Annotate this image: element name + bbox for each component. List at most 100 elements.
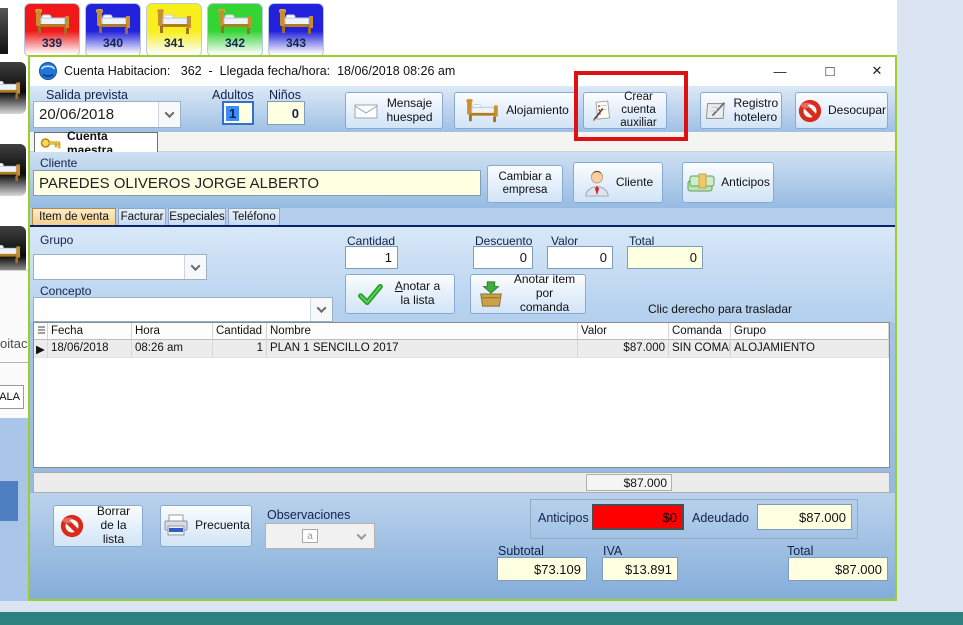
room-number: 341 xyxy=(164,37,184,49)
room-number: 339 xyxy=(42,37,62,49)
bed-icon xyxy=(93,8,133,36)
registry-pad-icon xyxy=(705,100,729,122)
room-tile-occupied[interactable] xyxy=(0,62,26,114)
partial-tile-edge xyxy=(0,8,8,54)
adeudado-field[interactable]: $87.000 xyxy=(757,504,852,530)
adultos-field[interactable]: 1 xyxy=(222,101,254,125)
tab-telefono-label: Teléfono xyxy=(232,211,275,223)
tab-cuenta-maestra[interactable]: Cuenta maestra xyxy=(34,132,158,152)
anticipos-button[interactable]: Anticipos xyxy=(682,162,774,203)
mensaje-huesped-button[interactable]: Mensaje huesped xyxy=(345,92,443,129)
anotar-a-la-lista-label: Anotar a la lista xyxy=(390,280,446,308)
room-tile-339[interactable]: 339 xyxy=(24,3,80,57)
row-marker: ▶ xyxy=(34,340,48,358)
room-tile-343[interactable]: 343 xyxy=(268,3,324,57)
cantidad-field[interactable]: 1 xyxy=(345,246,398,269)
grand-total-field[interactable]: $87.000 xyxy=(788,557,888,581)
items-table[interactable]: Fecha Hora Cantidad Nombre Valor Comanda… xyxy=(33,322,890,468)
tab-facturar-label: Facturar xyxy=(121,211,164,223)
col-grupo: Grupo xyxy=(731,323,889,340)
observaciones-select[interactable]: a xyxy=(265,523,375,549)
bed-icon xyxy=(0,239,24,265)
room-tile-341[interactable]: 341 xyxy=(146,3,202,57)
precuenta-label: Precuenta xyxy=(195,519,250,533)
desocupar-label: Desocupar xyxy=(828,104,886,118)
chevron-down-icon xyxy=(158,102,180,127)
borrar-de-la-lista-button[interactable]: Borrar de la lista xyxy=(53,505,143,547)
text-style-icon: a xyxy=(302,529,318,543)
desocupar-button[interactable]: Desocupar xyxy=(795,92,888,129)
money-icon xyxy=(686,172,716,194)
desktop: 339 340 341 342 343 oitaci SALA xyxy=(0,0,963,625)
sala-label: SALA xyxy=(0,385,24,409)
registro-hotelero-button[interactable]: Registro hotelero xyxy=(700,92,782,129)
descuento-field[interactable]: 0 xyxy=(473,246,533,269)
partial-label: oitaci xyxy=(0,336,28,351)
titlebar[interactable]: Cuenta Habitacion: 362 - Llegada fecha/h… xyxy=(30,57,895,86)
cell-comanda: SIN COMANDA xyxy=(669,340,731,358)
cliente-button[interactable]: Cliente xyxy=(573,162,663,203)
salida-prevista-select[interactable]: 20/06/2018 xyxy=(33,101,181,128)
salida-prevista-label: Salida prevista xyxy=(46,88,128,102)
salida-prevista-value: 20/06/2018 xyxy=(34,106,158,123)
room-tile-occupied[interactable] xyxy=(0,144,26,196)
person-icon xyxy=(583,169,611,197)
minimize-button[interactable]: — xyxy=(765,57,795,85)
master-tab-strip xyxy=(30,132,895,152)
alojamiento-button[interactable]: Alojamiento xyxy=(454,92,578,129)
table-row[interactable]: ▶ 18/06/2018 08:26 am 1 PLAN 1 SENCILLO … xyxy=(34,340,889,358)
adultos-label: Adultos xyxy=(212,88,254,102)
close-button[interactable]: ✕ xyxy=(862,57,892,85)
ninos-field[interactable]: 0 xyxy=(267,101,305,125)
chevron-down-icon xyxy=(184,255,206,279)
iva-field[interactable]: $13.891 xyxy=(602,557,678,581)
cliente-field[interactable]: PAREDES OLIVEROS JORGE ALBERTO xyxy=(33,170,481,196)
table-header-row: Fecha Hora Cantidad Nombre Valor Comanda… xyxy=(34,323,889,340)
desktop-bottom-area xyxy=(0,601,963,612)
anticipos-label: Anticipos xyxy=(538,511,589,525)
bed-icon xyxy=(154,8,194,36)
valor-value: 0 xyxy=(600,250,607,265)
divider xyxy=(0,362,28,363)
bed-icon xyxy=(276,8,316,36)
room-tile-342[interactable]: 342 xyxy=(207,3,263,57)
anticipos-field[interactable]: $0 xyxy=(592,504,684,530)
anotar-item-por-comanda-button[interactable]: Anotar item por comanda xyxy=(470,274,586,314)
cuenta-habitacion-window: Cuenta Habitacion: 362 - Llegada fecha/h… xyxy=(28,55,897,601)
cambiar-a-empresa-button[interactable]: Cambiar a empresa xyxy=(487,165,563,203)
ninos-label: Niños xyxy=(269,88,301,102)
cliente-button-label: Cliente xyxy=(616,176,653,190)
highlight-rectangle xyxy=(574,71,688,141)
tab-facturar[interactable]: Facturar xyxy=(118,208,166,225)
subtotal-field[interactable]: $73.109 xyxy=(497,557,587,581)
maximize-button[interactable]: □ xyxy=(815,57,845,85)
room-number: 342 xyxy=(225,37,245,49)
grupo-select[interactable] xyxy=(33,254,207,280)
subtotal-value: $73.109 xyxy=(534,562,581,577)
cell-grupo: ALOJAMIENTO xyxy=(731,340,889,358)
cell-valor: $87.000 xyxy=(578,340,669,358)
tab-item-de-venta-label: Item de venta xyxy=(39,211,109,223)
valor-field[interactable]: 0 xyxy=(547,246,613,269)
cliente-label: Cliente xyxy=(40,156,77,170)
key-icon xyxy=(40,136,62,150)
total-field[interactable]: 0 xyxy=(627,246,703,269)
tab-telefono[interactable]: Teléfono xyxy=(228,208,280,225)
traslado-hint: Clic derecho para trasladar xyxy=(630,302,810,316)
col-nombre: Nombre xyxy=(267,323,578,340)
adeudado-value: $87.000 xyxy=(799,510,846,525)
anotar-a-la-lista-button[interactable]: Anotar a la lista xyxy=(345,274,455,314)
subtotal-label: Subtotal xyxy=(498,544,544,558)
cell-hora: 08:26 am xyxy=(132,340,213,358)
tab-item-de-venta[interactable]: Item de venta xyxy=(32,208,116,225)
cantidad-value: 1 xyxy=(385,250,392,265)
concepto-select[interactable] xyxy=(33,297,333,322)
grand-total-value: $87.000 xyxy=(835,562,882,577)
bed-icon xyxy=(0,75,24,101)
precuenta-button[interactable]: Precuenta xyxy=(160,505,252,547)
tab-especiales-label: Especiales xyxy=(169,211,225,223)
adultos-value: 1 xyxy=(226,106,239,121)
grand-total-label: Total xyxy=(787,544,813,558)
tab-especiales[interactable]: Especiales xyxy=(168,208,226,225)
room-tile-340[interactable]: 340 xyxy=(85,3,141,57)
